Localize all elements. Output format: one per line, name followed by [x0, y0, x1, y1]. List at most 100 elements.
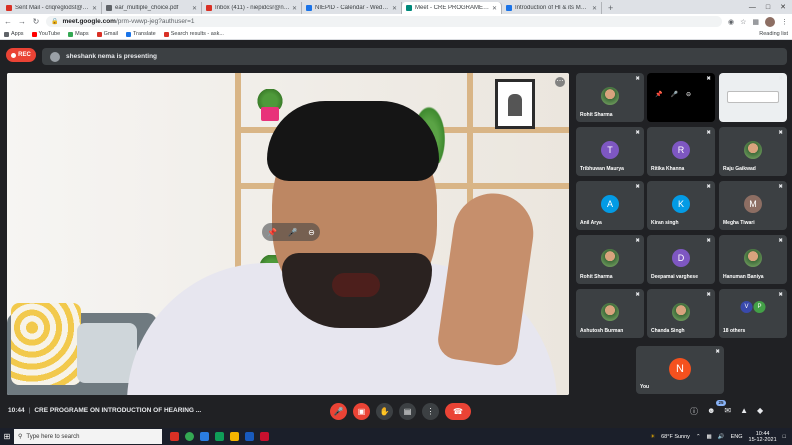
tab-close-icon[interactable]: ✕	[192, 5, 197, 12]
browser-tab[interactable]: Introduction of HI & its Manage...✕	[502, 2, 602, 14]
info-icon[interactable]: ⓘ	[690, 406, 698, 417]
chrome-icon[interactable]	[185, 432, 194, 441]
mic-icon[interactable]: 🎤	[288, 228, 298, 237]
meeting-title: CRE PROGRAME ON INTRODUCTION OF HEARING …	[34, 407, 202, 414]
participant-tile[interactable]: ✖ D Deepamai varghese	[647, 235, 715, 284]
participant-avatar: K	[672, 195, 690, 213]
new-tab-button[interactable]: +	[602, 2, 619, 14]
tab-close-icon[interactable]: ✕	[392, 5, 397, 12]
remove-icon[interactable]: ⊖	[308, 228, 315, 237]
self-tile[interactable]: ✖ N You	[636, 346, 724, 394]
camera-indicator-icon[interactable]: ◉	[728, 18, 734, 26]
participant-tile[interactable]: ✖ 📌 🎤 ⊖	[647, 73, 715, 122]
reload-icon[interactable]: ↻	[32, 17, 40, 26]
muted-mic-icon: ✖	[778, 184, 783, 190]
activities-icon[interactable]: ▲	[740, 406, 748, 417]
bookmark-label: YouTube	[38, 31, 61, 37]
bookmark-item[interactable]: Search results - ask...	[163, 31, 224, 37]
language-indicator[interactable]: ENG	[731, 434, 743, 440]
reading-list-button[interactable]: Reading list	[759, 31, 788, 37]
more-options-icon[interactable]: ⋯	[555, 77, 565, 87]
participant-tile[interactable]: ✖ Hanuman Baniya	[719, 235, 787, 284]
participant-tile[interactable]: ✖ K Kiran singh	[647, 181, 715, 230]
windows-start-icon[interactable]: ⊞	[0, 428, 14, 445]
participant-tile[interactable]: ✖	[719, 73, 787, 122]
notifications-icon[interactable]: □	[783, 434, 786, 440]
bookmark-item[interactable]: Translate	[126, 31, 156, 37]
system-tray: ☀ 68°F Sunny ⌃ ▩ 🔊 ENG 10:44 15-12-2021 …	[650, 431, 792, 443]
taskbar-search[interactable]: ⚲ Type here to search	[14, 429, 162, 444]
participant-tile[interactable]: ✖ Ashutosh Burman	[576, 289, 644, 338]
participant-tile[interactable]: ✖ R Ritika Khanna	[647, 127, 715, 176]
bookmark-item[interactable]: Apps	[4, 31, 24, 37]
bookmark-label: Gmail	[103, 31, 118, 37]
bookmark-item[interactable]: Gmail	[96, 31, 118, 37]
participant-tile[interactable]: ✖ Rohit Sharma	[576, 235, 644, 284]
participant-photo	[601, 87, 619, 105]
bookmark-item[interactable]: YouTube	[31, 31, 61, 37]
participant-tile[interactable]: ✖ V P 18 others	[719, 289, 787, 338]
bookmark-item[interactable]: Maps	[68, 31, 89, 37]
present-button[interactable]: ▤	[399, 403, 416, 420]
clock[interactable]: 10:44 15-12-2021	[749, 431, 777, 443]
participant-name: Rohit Sharma	[580, 274, 613, 280]
forward-icon[interactable]: →	[18, 17, 26, 26]
end-call-button[interactable]: ☎	[445, 403, 471, 420]
address-bar[interactable]: 🔒 meet.google.com /prm-vwwp-jeg?authuser…	[46, 16, 722, 27]
remove-icon[interactable]: ⊖	[686, 91, 691, 98]
tab-close-icon[interactable]: ✕	[92, 5, 97, 12]
participant-tile[interactable]: ✖ Chanda Singh	[647, 289, 715, 338]
raise-hand-button[interactable]: ✋	[376, 403, 393, 420]
menu-icon[interactable]: ⋮	[781, 18, 788, 26]
camera-off-button[interactable]: ▣	[353, 403, 370, 420]
participant-tile[interactable]: ✖ T Tribhuwan Maurya	[576, 127, 644, 176]
more-options-button[interactable]: ⋮	[422, 403, 439, 420]
tab-close-icon[interactable]: ✕	[592, 5, 597, 12]
meeting-time: 10:44	[8, 407, 25, 414]
extensions-icon[interactable]: ▦	[752, 18, 759, 26]
url-path: /prm-vwwp-jeg?authuser=1	[115, 18, 195, 25]
bookmark-favicon-icon	[163, 31, 169, 37]
pin-icon[interactable]: 📌	[267, 228, 277, 237]
host-controls-icon[interactable]: ◆	[757, 406, 763, 417]
tab-favicon-icon	[6, 5, 12, 11]
network-icon[interactable]: ▩	[707, 434, 712, 440]
close-window-icon[interactable]: ✕	[780, 3, 786, 11]
pdf-reader-icon[interactable]	[260, 432, 269, 441]
browser-tab[interactable]: Meet - CRE PROGRAME ON...✕	[402, 2, 502, 14]
tab-favicon-icon	[306, 5, 312, 11]
edge-icon[interactable]	[200, 432, 209, 441]
browser-tab[interactable]: Sent Mail - criqreglodst@gmail...✕	[2, 2, 102, 14]
maximize-icon[interactable]: □	[766, 4, 770, 11]
participant-tile[interactable]: ✖ A Anil Arya	[576, 181, 644, 230]
people-icon[interactable]: ☻	[707, 406, 715, 417]
speaker-mouth	[332, 273, 380, 297]
participant-tile[interactable]: ✖ Raju Gaikwad	[719, 127, 787, 176]
participant-tile[interactable]: ✖ M Megha Tiwari	[719, 181, 787, 230]
main-video[interactable]: 📌 🎤 ⊖ ⋯	[7, 73, 569, 395]
bookmark-star-icon[interactable]: ☆	[740, 18, 746, 26]
browser-tab[interactable]: NIEPID - Calendar - Wednesday...✕	[302, 2, 402, 14]
word-icon[interactable]	[245, 432, 254, 441]
browser-tab[interactable]: Inbox (411) - niepidcsr@niepid...✕	[202, 2, 302, 14]
back-icon[interactable]: ←	[4, 17, 12, 26]
browser-tab[interactable]: ear_multiple_choice.pdf ✕	[102, 2, 202, 14]
mic-off-button[interactable]: 🎤	[330, 403, 347, 420]
pin-icon[interactable]: 📌	[655, 91, 662, 98]
speaker-hair	[267, 101, 439, 181]
chat-icon[interactable]: ✉	[724, 406, 731, 417]
minimize-icon[interactable]: —	[749, 4, 756, 11]
tab-close-icon[interactable]: ✕	[292, 5, 297, 12]
profile-avatar[interactable]	[765, 16, 775, 27]
tray-arrow-icon[interactable]: ⌃	[696, 434, 701, 440]
rec-label: REC	[18, 52, 31, 58]
store-icon[interactable]	[215, 432, 224, 441]
opera-icon[interactable]	[170, 432, 179, 441]
tab-close-icon[interactable]: ✕	[492, 5, 497, 12]
mic-icon[interactable]: 🎤	[670, 91, 677, 98]
volume-icon[interactable]: 🔊	[718, 434, 725, 440]
participant-tile[interactable]: ✖ Rohit Sharma	[576, 73, 644, 122]
file-explorer-icon[interactable]	[230, 432, 239, 441]
address-toolbar: ← → ↻ 🔒 meet.google.com /prm-vwwp-jeg?au…	[0, 14, 792, 29]
participant-name: 18 others	[723, 328, 746, 334]
